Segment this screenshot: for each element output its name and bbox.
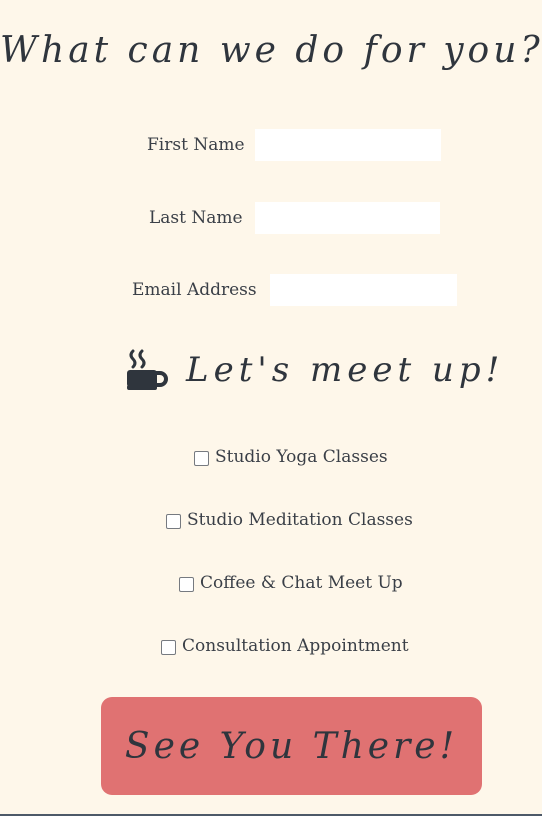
last-name-input[interactable] [255, 202, 440, 234]
option-coffee-chat[interactable]: Coffee & Chat Meet Up [0, 573, 542, 599]
see-you-there-button[interactable]: See You There! [101, 697, 482, 795]
option-studio-meditation[interactable]: Studio Meditation Classes [0, 510, 542, 536]
coffee-chat-label[interactable]: Coffee & Chat Meet Up [200, 573, 403, 593]
option-consultation[interactable]: Consultation Appointment [0, 636, 542, 662]
first-name-label: First Name [147, 135, 245, 155]
consultation-label[interactable]: Consultation Appointment [182, 636, 409, 656]
option-studio-yoga[interactable]: Studio Yoga Classes [0, 447, 542, 473]
studio-meditation-label[interactable]: Studio Meditation Classes [187, 510, 413, 530]
studio-yoga-label[interactable]: Studio Yoga Classes [215, 447, 388, 467]
studio-yoga-checkbox[interactable] [194, 451, 209, 466]
email-label: Email Address [132, 280, 257, 300]
email-row: Email Address [0, 274, 542, 306]
email-input[interactable] [270, 274, 457, 306]
first-name-row: First Name [0, 129, 542, 161]
coffee-chat-checkbox[interactable] [179, 577, 194, 592]
meetup-heading: Let's meet up! [0, 348, 542, 400]
coffee-cup-icon [127, 349, 168, 390]
studio-meditation-checkbox[interactable] [166, 514, 181, 529]
page-title: What can we do for you? [0, 30, 542, 71]
consultation-checkbox[interactable] [161, 640, 176, 655]
last-name-row: Last Name [0, 202, 542, 234]
last-name-label: Last Name [149, 208, 243, 228]
first-name-input[interactable] [255, 129, 441, 161]
meetup-heading-text: Let's meet up! [186, 350, 505, 390]
